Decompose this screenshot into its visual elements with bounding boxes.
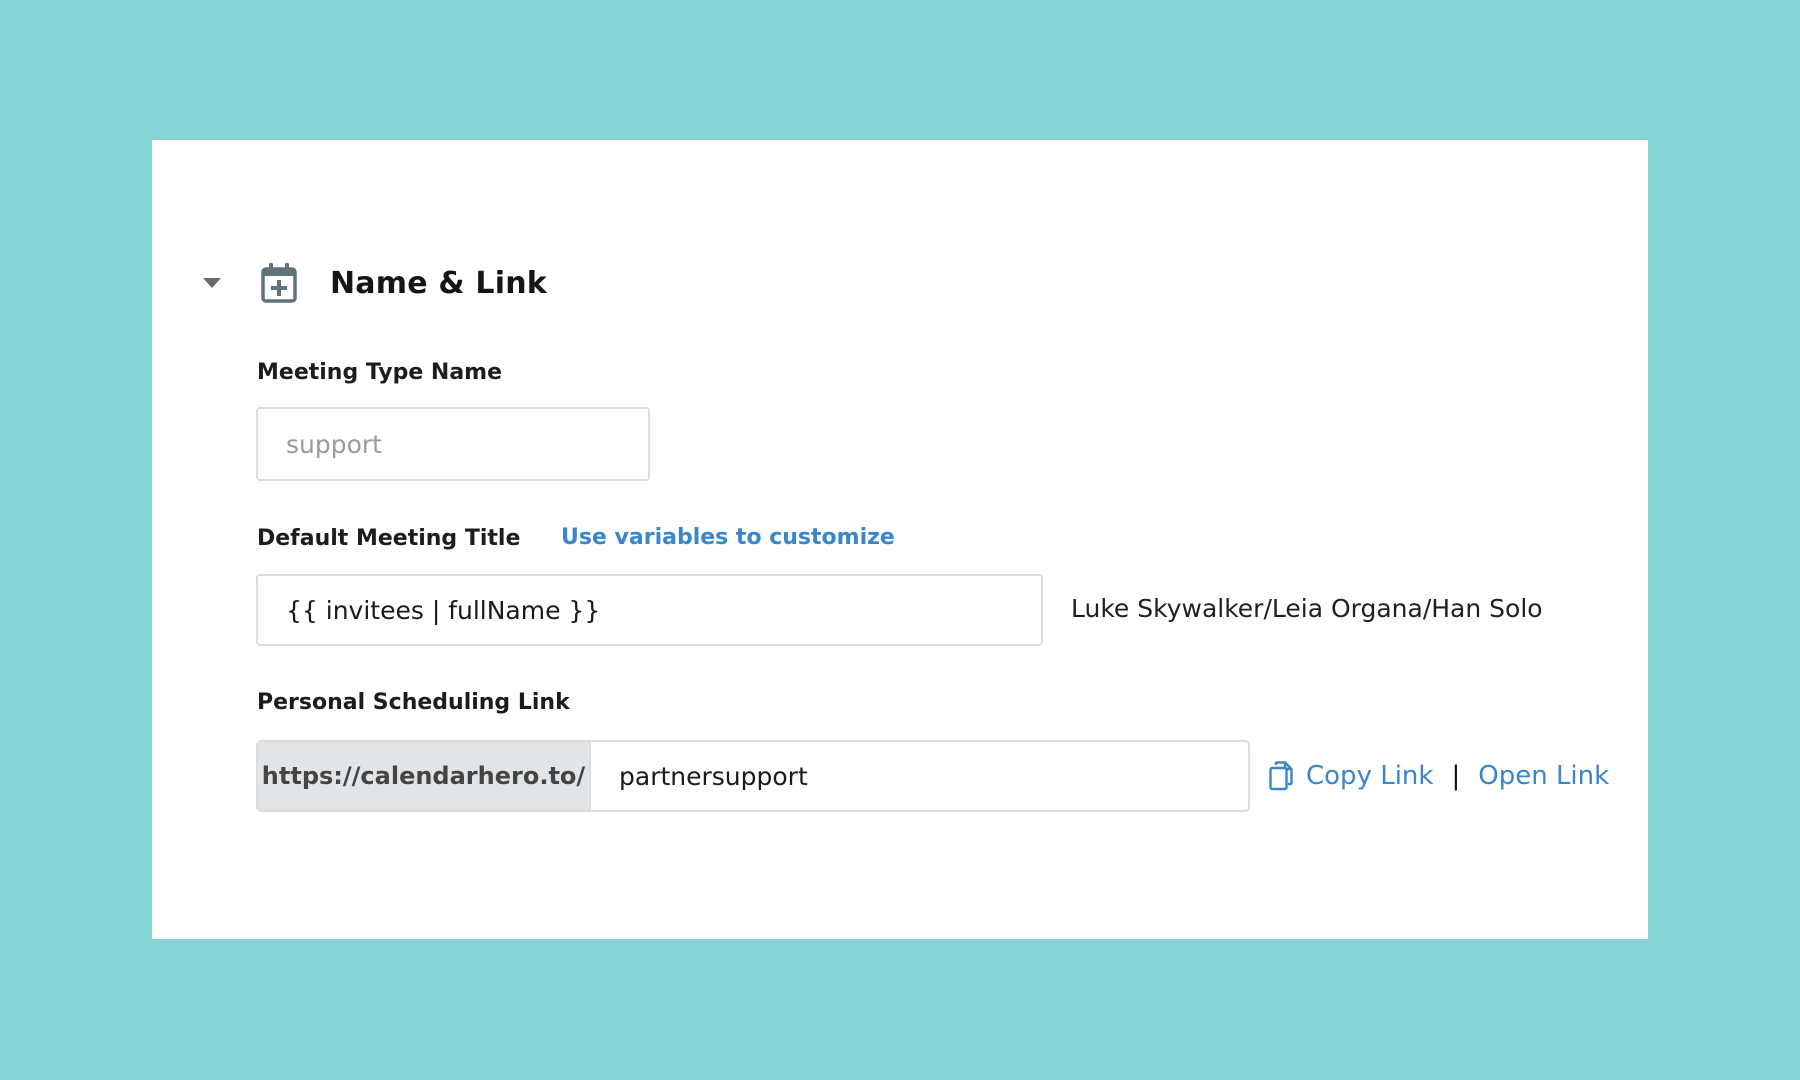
link-separator: |	[1451, 761, 1461, 791]
copy-link-button[interactable]: Copy Link	[1268, 761, 1433, 791]
scheduling-link-field: https://calendarhero.to/	[256, 740, 1250, 812]
section-header: Name & Link	[200, 258, 547, 308]
default-meeting-title-input[interactable]	[258, 595, 1041, 625]
copy-link-label: Copy Link	[1306, 761, 1434, 791]
meeting-type-name-input[interactable]	[258, 429, 648, 459]
meeting-title-preview: Luke Skywalker/Leia Organa/Han Solo	[1071, 594, 1543, 623]
copy-icon	[1268, 761, 1294, 791]
default-meeting-title-label: Default Meeting Title	[257, 526, 521, 551]
name-and-link-card: Name & Link Meeting Type Name Default Me…	[152, 140, 1648, 939]
section-title: Name & Link	[330, 265, 547, 301]
caret-down-icon[interactable]	[200, 271, 224, 295]
meeting-type-name-label: Meeting Type Name	[257, 360, 503, 385]
use-variables-link[interactable]: Use variables to customize	[561, 525, 895, 550]
url-prefix: https://calendarhero.to/	[258, 742, 591, 810]
scheduling-link-input[interactable]	[591, 742, 1248, 810]
calendar-plus-icon	[260, 261, 300, 305]
meeting-type-name-field	[256, 407, 650, 481]
personal-scheduling-link-label: Personal Scheduling Link	[257, 690, 570, 715]
open-link-button[interactable]: Open Link	[1478, 761, 1609, 791]
default-meeting-title-field	[256, 574, 1043, 646]
link-actions: Copy Link | Open Link	[1268, 752, 1609, 800]
